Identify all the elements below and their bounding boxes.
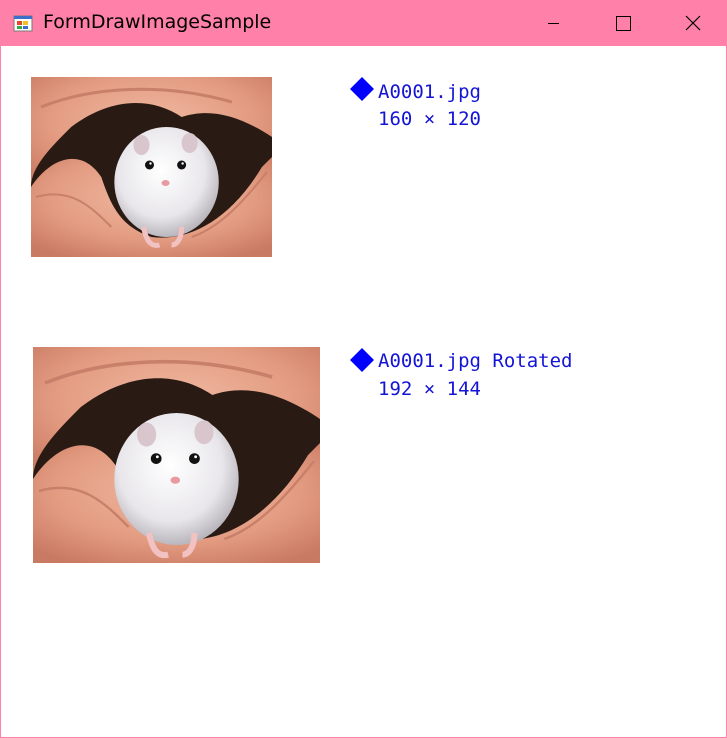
- image-file-label: A0001.jpg: [378, 81, 481, 103]
- form-client-area: A0001.jpg 160 × 120 A0001.jpg Rotated 19…: [1, 46, 726, 737]
- hamster-photo-rotated: [33, 347, 320, 563]
- window-title: FormDrawImageSample: [43, 11, 272, 33]
- image-size-label: 160 × 120: [378, 108, 481, 130]
- image-file-label: A0001.jpg Rotated: [378, 350, 573, 372]
- image-size-label: 192 × 144: [378, 378, 481, 400]
- maximize-icon: [616, 16, 631, 31]
- minimize-button[interactable]: [531, 0, 577, 46]
- hamster-photo: [31, 77, 272, 257]
- diamond-icon: [349, 76, 375, 102]
- close-icon: [685, 15, 701, 31]
- diamond-icon: [349, 347, 375, 373]
- app-window: FormDrawImageSample A0001.jpg 160 × 120 …: [0, 0, 727, 738]
- title-bar[interactable]: FormDrawImageSample: [1, 0, 726, 46]
- close-button[interactable]: [669, 0, 715, 46]
- app-icon[interactable]: [13, 13, 33, 33]
- maximize-button[interactable]: [599, 0, 645, 46]
- minimize-icon: [548, 23, 559, 24]
